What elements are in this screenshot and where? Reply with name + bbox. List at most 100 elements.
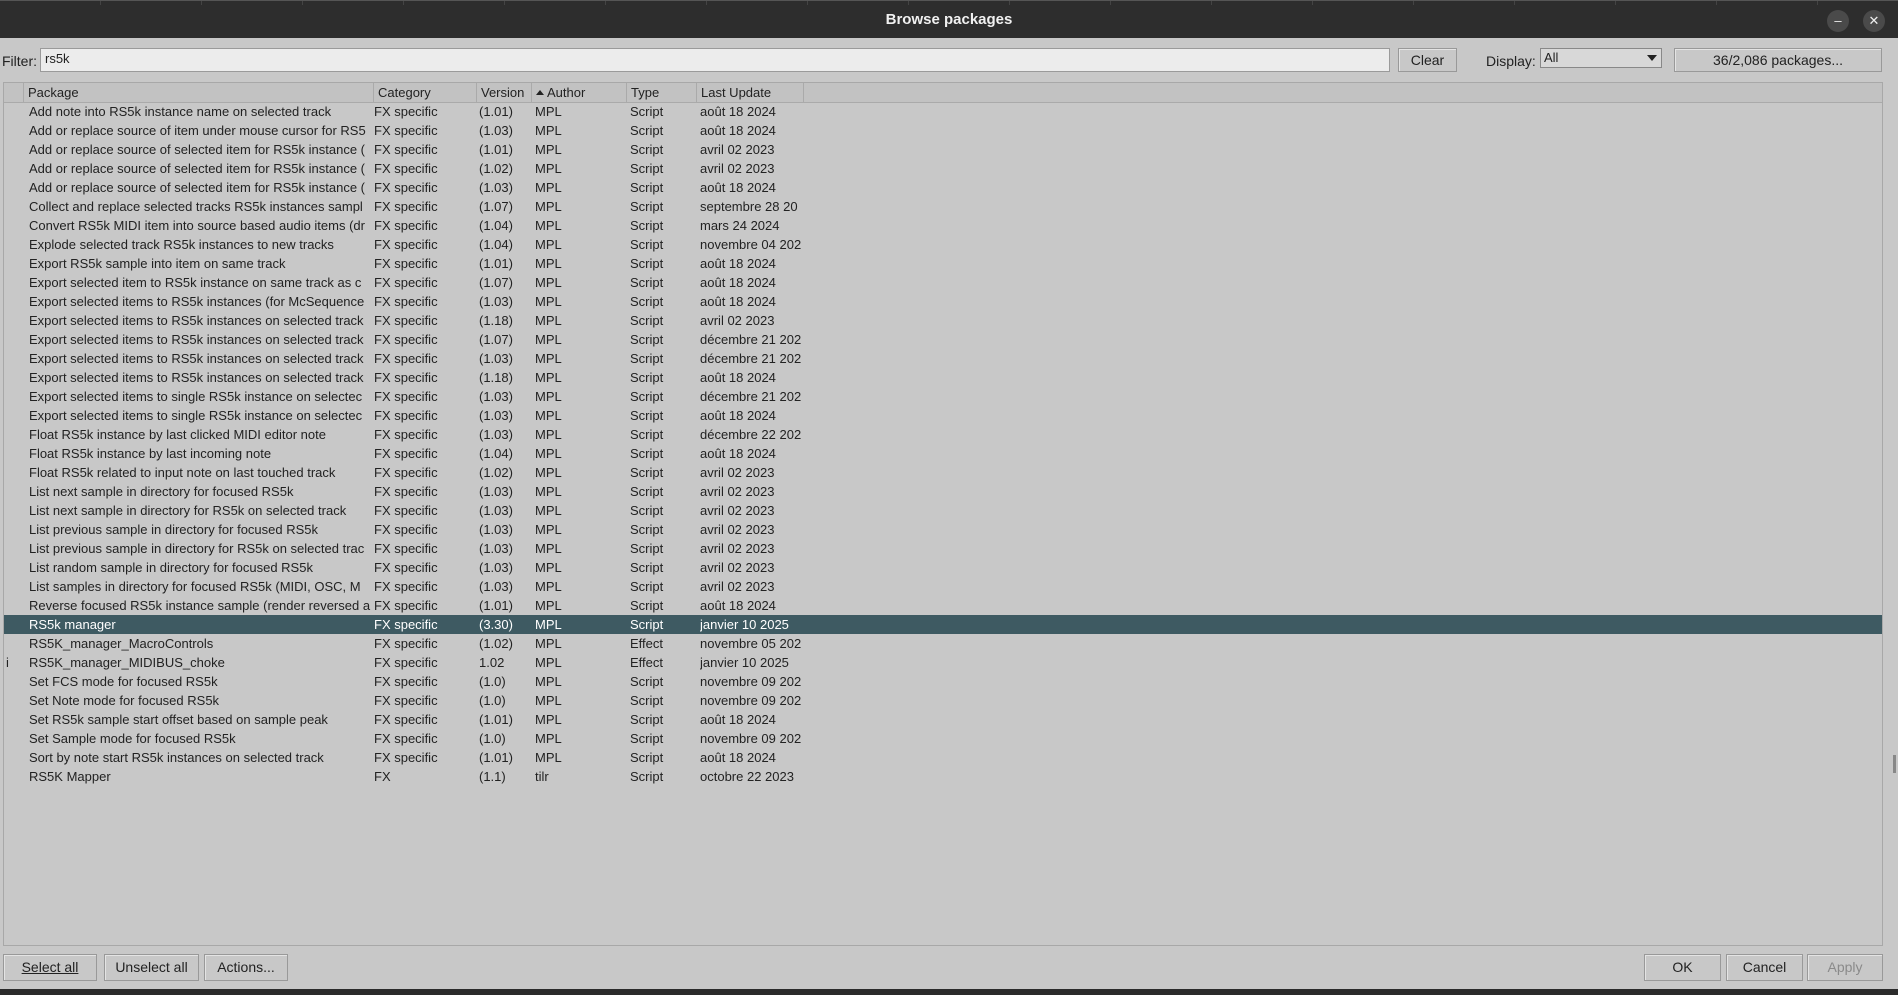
row-type: Script bbox=[630, 674, 664, 689]
row-package: Export RS5k sample into item on same tra… bbox=[29, 256, 286, 271]
row-package: List samples in directory for focused RS… bbox=[29, 579, 361, 594]
row-category: FX specific bbox=[374, 750, 438, 765]
table-row[interactable]: Float RS5k instance by last clicked MIDI… bbox=[4, 425, 1882, 444]
unselect-all-button[interactable]: Unselect all bbox=[104, 954, 199, 981]
apply-button[interactable]: Apply bbox=[1807, 954, 1883, 981]
row-category: FX specific bbox=[374, 579, 438, 594]
clear-button[interactable]: Clear bbox=[1398, 48, 1457, 72]
table-row[interactable]: RS5K_manager_MacroControls FX specific (1.… bbox=[4, 634, 1882, 653]
table-row[interactable]: Float RS5k related to input note on last… bbox=[4, 463, 1882, 482]
table-row[interactable]: Convert RS5k MIDI item into source based… bbox=[4, 216, 1882, 235]
dialog-footer: Select all Unselect all Actions... OK Ca… bbox=[0, 946, 1898, 989]
row-flag bbox=[6, 691, 22, 710]
select-all-label: Select all bbox=[21, 959, 79, 975]
table-row[interactable]: Add note into RS5k instance name on sele… bbox=[4, 102, 1882, 121]
table-row[interactable]: Export selected items to single RS5k ins… bbox=[4, 406, 1882, 425]
table-row[interactable]: Export selected items to RS5k instances … bbox=[4, 349, 1882, 368]
table-row[interactable]: Export RS5k sample into item on same tra… bbox=[4, 254, 1882, 273]
row-version: (1.03) bbox=[479, 503, 513, 518]
table-row[interactable]: Explode selected track RS5k instances to… bbox=[4, 235, 1882, 254]
table-row[interactable]: Add or replace source of item under mous… bbox=[4, 121, 1882, 140]
package-list[interactable]: Package Category Version Author Type Las… bbox=[3, 82, 1883, 946]
header-type[interactable]: Type bbox=[627, 83, 697, 102]
table-row[interactable]: Export selected items to RS5k instances … bbox=[4, 330, 1882, 349]
row-package: Set FCS mode for focused RS5k bbox=[29, 674, 218, 689]
table-row[interactable]: Export selected items to RS5k instances … bbox=[4, 311, 1882, 330]
ok-button[interactable]: OK bbox=[1644, 954, 1721, 981]
table-row[interactable]: Add or replace source of selected item f… bbox=[4, 178, 1882, 197]
table-row[interactable]: Set Sample mode for focused RS5k FX speci… bbox=[4, 729, 1882, 748]
row-category: FX specific bbox=[374, 142, 438, 157]
resize-handle[interactable] bbox=[1893, 755, 1896, 773]
row-flag bbox=[6, 368, 22, 387]
row-type: Effect bbox=[630, 655, 664, 670]
select-all-button[interactable]: Select all bbox=[3, 954, 97, 981]
row-package: Add or replace source of selected item f… bbox=[29, 161, 365, 176]
header-flag[interactable] bbox=[4, 83, 24, 102]
cancel-button[interactable]: Cancel bbox=[1726, 954, 1803, 981]
row-category: FX specific bbox=[374, 332, 438, 347]
table-row[interactable]: List previous sample in directory for RS… bbox=[4, 539, 1882, 558]
row-author: MPL bbox=[535, 598, 562, 613]
header-last-update[interactable]: Last Update bbox=[697, 83, 804, 102]
row-version: (1.03) bbox=[479, 427, 513, 442]
header-author[interactable]: Author bbox=[532, 83, 627, 102]
table-row[interactable]: Export selected items to RS5k instances … bbox=[4, 292, 1882, 311]
table-row[interactable]: List next sample in directory for focuse… bbox=[4, 482, 1882, 501]
row-category: FX specific bbox=[374, 731, 438, 746]
row-last-update: avril 02 2023 bbox=[700, 579, 775, 594]
row-flag bbox=[6, 634, 22, 653]
row-category: FX specific bbox=[374, 104, 438, 119]
table-row[interactable]: Float RS5k instance by last incoming not… bbox=[4, 444, 1882, 463]
table-row[interactable]: Export selected items to RS5k instances … bbox=[4, 368, 1882, 387]
table-row[interactable]: List samples in directory for focused RS… bbox=[4, 577, 1882, 596]
row-package: Export selected items to RS5k instances … bbox=[29, 351, 364, 366]
table-row[interactable]: Set FCS mode for focused RS5k FX specific… bbox=[4, 672, 1882, 691]
table-row[interactable]: Export selected items to single RS5k ins… bbox=[4, 387, 1882, 406]
table-row[interactable]: Set Note mode for focused RS5k FX specifi… bbox=[4, 691, 1882, 710]
table-row[interactable]: Reverse focused RS5k instance sample (re… bbox=[4, 596, 1882, 615]
table-row[interactable]: List previous sample in directory for fo… bbox=[4, 520, 1882, 539]
row-package: Export selected items to single RS5k ins… bbox=[29, 408, 363, 423]
row-last-update: novembre 09 202 bbox=[700, 731, 802, 746]
table-row[interactable]: Add or replace source of selected item f… bbox=[4, 140, 1882, 159]
row-flag bbox=[6, 596, 22, 615]
package-count-button[interactable]: 36/2,086 packages... bbox=[1674, 48, 1882, 72]
row-version: (1.02) bbox=[479, 465, 513, 480]
row-category: FX specific bbox=[374, 123, 438, 138]
table-row[interactable]: Sort by note start RS5k instances on sel… bbox=[4, 748, 1882, 767]
row-last-update: avril 02 2023 bbox=[700, 161, 775, 176]
row-category: FX bbox=[374, 769, 391, 784]
header-category[interactable]: Category bbox=[374, 83, 477, 102]
table-row[interactable]: Add or replace source of selected item f… bbox=[4, 159, 1882, 178]
row-author: MPL bbox=[535, 560, 562, 575]
close-icon[interactable]: ✕ bbox=[1863, 10, 1885, 32]
table-row[interactable]: RS5K Mapper FX (1.1) tilr Script octobre 22 2… bbox=[4, 767, 1882, 786]
row-last-update: avril 02 2023 bbox=[700, 522, 775, 537]
actions-button[interactable]: Actions... bbox=[204, 954, 288, 981]
table-row[interactable]: Export selected item to RS5k instance on… bbox=[4, 273, 1882, 292]
header-package[interactable]: Package bbox=[24, 83, 374, 102]
row-flag bbox=[6, 672, 22, 691]
row-author: MPL bbox=[535, 275, 562, 290]
display-select[interactable]: All bbox=[1540, 48, 1662, 68]
filter-input[interactable]: rs5k bbox=[40, 48, 1390, 72]
table-row[interactable]: i RS5K_manager_MIDIBUS_choke FX specific 1.… bbox=[4, 653, 1882, 672]
row-last-update: août 18 2024 bbox=[700, 180, 776, 195]
minimize-icon[interactable]: – bbox=[1827, 10, 1849, 32]
table-row[interactable]: List next sample in directory for RS5k o… bbox=[4, 501, 1882, 520]
row-flag bbox=[6, 273, 22, 292]
row-type: Script bbox=[630, 598, 664, 613]
row-author: MPL bbox=[535, 674, 562, 689]
table-row[interactable]: RS5k manager FX specific (3.30) MPL Script ja… bbox=[4, 615, 1882, 634]
row-package: Float RS5k related to input note on last… bbox=[29, 465, 336, 480]
row-author: MPL bbox=[535, 636, 562, 651]
row-type: Script bbox=[630, 351, 664, 366]
row-version: (1.03) bbox=[479, 123, 513, 138]
table-row[interactable]: Collect and replace selected tracks RS5k… bbox=[4, 197, 1882, 216]
table-row[interactable]: List random sample in directory for focu… bbox=[4, 558, 1882, 577]
row-category: FX specific bbox=[374, 712, 438, 727]
header-version[interactable]: Version bbox=[477, 83, 532, 102]
row-type: Script bbox=[630, 123, 664, 138]
table-row[interactable]: Set RS5k sample start offset based on sa… bbox=[4, 710, 1882, 729]
